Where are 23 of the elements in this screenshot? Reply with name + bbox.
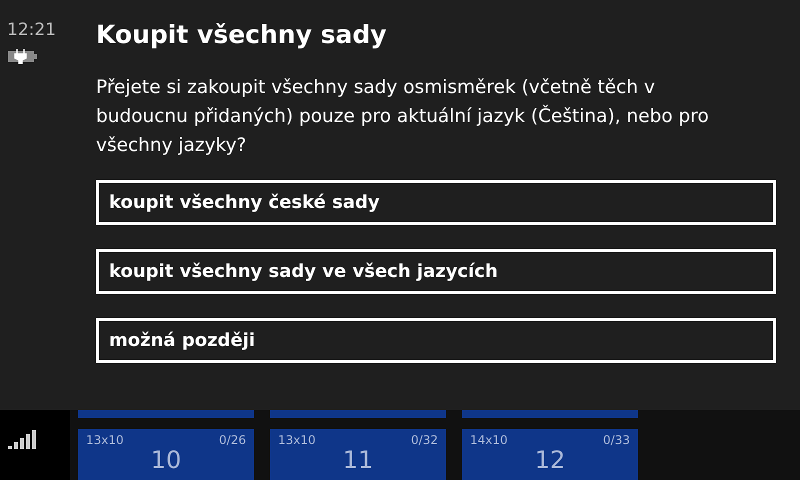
puzzle-tile[interactable] — [78, 410, 254, 418]
option-button[interactable]: možná později — [96, 318, 776, 363]
grid-size: 13x10 — [86, 433, 124, 447]
solved-count: 0/33 — [603, 433, 630, 447]
puzzle-tile[interactable] — [462, 410, 638, 418]
dialog-message: Přejete si zakoupit všechny sady osmisměrek (včetně těch v budoucnu přidaných) pouze pro aktuální jazyk (Čeština), nebo pro všechny jazyky? — [96, 76, 710, 158]
dialog-title: Koupit všechny sady — [96, 20, 388, 49]
solved-count: 0/26 — [219, 433, 246, 447]
grid-size: 13x10 — [278, 433, 316, 447]
set-number: 10 — [150, 447, 182, 473]
signal-strength-icon — [8, 430, 37, 449]
grid-size: 14x10 — [470, 433, 508, 447]
option-button[interactable]: koupit všechny české sady — [96, 180, 776, 225]
battery-charging-icon — [7, 48, 39, 64]
puzzle-tile[interactable]: 14x10 0/33 12 — [462, 429, 638, 480]
clock-time: 12:21 — [7, 20, 56, 40]
set-number: 12 — [534, 447, 566, 473]
option-button[interactable]: koupit všechny sady ve všech jazycích — [96, 249, 776, 294]
puzzle-tile[interactable]: 13x10 0/32 11 — [270, 429, 446, 480]
puzzle-tile[interactable]: 13x10 0/26 10 — [78, 429, 254, 480]
puzzle-tile[interactable] — [270, 410, 446, 418]
solved-count: 0/32 — [411, 433, 438, 447]
set-number: 11 — [342, 447, 374, 473]
